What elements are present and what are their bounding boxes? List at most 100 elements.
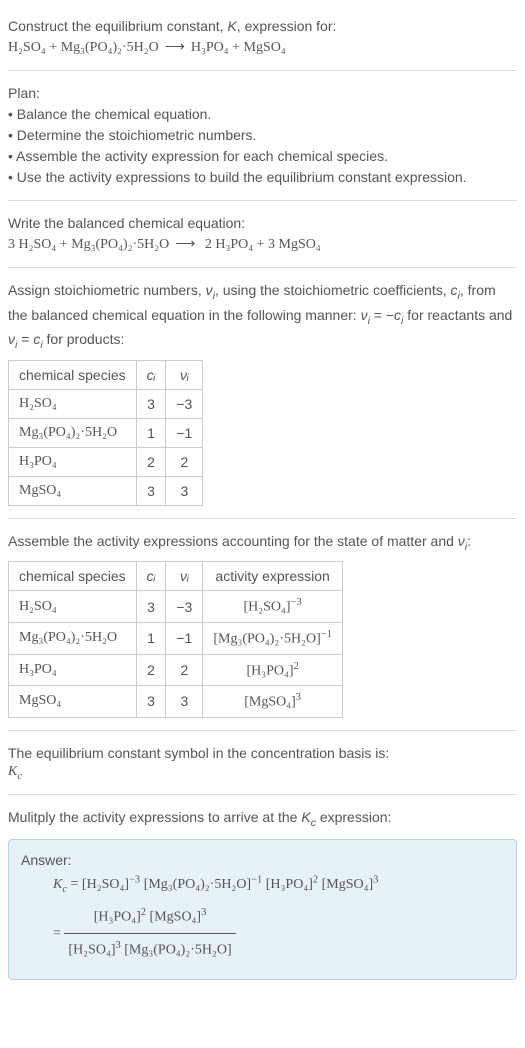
coef-plus: + 3 (253, 237, 278, 252)
numerator: [H₃PO₄]2 [MgSO₄]3 (64, 901, 235, 934)
col-c: cᵢ (136, 562, 166, 591)
exp: 2 (141, 907, 146, 918)
cell-species: H₂SO₄ (9, 591, 137, 623)
unbalanced-equation: H₂SO₄ + Mg₃(PO₄)₂·5H₂O⟶H₃PO₄ + MgSO₄ (8, 37, 517, 58)
base: [MgSO₄] (322, 877, 374, 892)
kc-symbol-section: The equilibrium constant symbol in the c… (8, 735, 517, 790)
exp: 2 (313, 874, 318, 885)
cell-nu: 2 (166, 654, 203, 686)
multiply-section: Mulitply the activity expressions to arr… (8, 799, 517, 988)
text: for reactants and (403, 307, 512, 323)
base: [H₂SO₄] (243, 600, 290, 615)
kc-symbol: Kc (8, 764, 517, 782)
cell-species: MgSO₄ (9, 686, 137, 718)
text: Mulitply the activity expressions to arr… (8, 809, 301, 825)
plan-header: Plan: (8, 83, 517, 104)
cell-species: H₂SO₄ (9, 389, 137, 418)
nu: ν (458, 533, 465, 549)
table-row: H₃PO₄ 2 2 [H₃PO₄]2 (9, 654, 343, 686)
base: [Mg₃(PO₄)₂·5H₂O] (124, 943, 231, 958)
product-2: MgSO₄ (244, 40, 286, 55)
table-header-row: chemical species cᵢ νᵢ (9, 360, 203, 389)
kc-text: The equilibrium constant symbol in the c… (8, 743, 517, 764)
cell-nu: 2 (166, 447, 203, 476)
table-row: H₂SO₄ 3 −3 [H₂SO₄]−3 (9, 591, 343, 623)
cell-c: 1 (136, 622, 166, 654)
base: [H₂SO₄] (68, 943, 115, 958)
base: [MgSO₄] (150, 909, 202, 924)
col-species: chemical species (9, 360, 137, 389)
nu-symbol: νi (458, 533, 467, 549)
c-sym: ci (394, 307, 403, 323)
cell-c: 1 (136, 418, 166, 447)
balanced-equation: 3 H₂SO₄ + Mg₃(PO₄)₂·5H₂O⟶ 2 H₃PO₄ + 3 Mg… (8, 234, 517, 255)
reactant-1: H₂SO₄ (19, 237, 57, 252)
col-nu: νᵢ (166, 562, 203, 591)
exp: −1 (321, 629, 332, 640)
denominator: [H₂SO₄]3 [Mg₃(PO₄)₂·5H₂O] (64, 934, 235, 966)
exp: 3 (296, 692, 301, 703)
text: : (467, 533, 471, 549)
cell-c: 3 (136, 476, 166, 505)
product-2: MgSO₄ (279, 237, 321, 252)
plus: + (46, 40, 61, 55)
plan-bullet: • Determine the stoichiometric numbers. (8, 125, 517, 146)
c: c (394, 307, 401, 323)
product-1: H₃PO₄ (191, 40, 229, 55)
stoich-table: chemical species cᵢ νᵢ H₂SO₄ 3 −3 Mg₃(PO… (8, 360, 203, 506)
c-symbol: ci (451, 282, 460, 298)
divider (8, 267, 517, 268)
reactant-2: Mg₃(PO₄)₂·5H₂O (71, 237, 169, 252)
text: for products: (43, 331, 125, 347)
divider (8, 794, 517, 795)
base: [H₃PO₄] (94, 909, 141, 924)
col-species: chemical species (9, 562, 137, 591)
answer-box: Answer: Kc = [H₂SO₄]−3 [Mg₃(PO₄)₂·5H₂O]−… (8, 839, 517, 979)
base: [Mg₃(PO₄)₂·5H₂O] (213, 632, 320, 647)
text: Assemble the activity expressions accoun… (8, 533, 458, 549)
sub-c: c (17, 771, 22, 782)
exp: 3 (373, 874, 378, 885)
cell-nu: −3 (166, 389, 203, 418)
stoich-section: Assign stoichiometric numbers, νi, using… (8, 272, 517, 514)
plus: + (56, 237, 71, 252)
cell-species: H₃PO₄ (9, 447, 137, 476)
divider (8, 200, 517, 201)
activity-table: chemical species cᵢ νᵢ activity expressi… (8, 561, 343, 718)
kc: Kc (53, 877, 67, 892)
cell-c: 3 (136, 591, 166, 623)
cell-c: 3 (136, 686, 166, 718)
text: = (17, 331, 33, 347)
divider (8, 730, 517, 731)
nu: ν (206, 282, 213, 298)
exp: −1 (251, 874, 262, 885)
table-row: Mg₃(PO₄)₂·5H₂O 1 −1 [Mg₃(PO₄)₂·5H₂O]−1 (9, 622, 343, 654)
divider (8, 518, 517, 519)
cell-activity: [MgSO₄]3 (203, 686, 343, 718)
base: [MgSO₄] (244, 695, 296, 710)
exp: −3 (129, 874, 140, 885)
coef: 3 (8, 237, 19, 252)
cell-species: Mg₃(PO₄)₂·5H₂O (9, 622, 137, 654)
table-row: Mg₃(PO₄)₂·5H₂O 1 −1 (9, 418, 203, 447)
text: = − (370, 307, 394, 323)
kc-sym: Kc (301, 809, 316, 825)
multiply-text: Mulitply the activity expressions to arr… (8, 807, 517, 832)
term-2: [Mg₃(PO₄)₂·5H₂O]−1 (144, 877, 263, 892)
term-4: [MgSO₄]3 (322, 877, 379, 892)
exp: 2 (294, 661, 299, 672)
cell-nu: −1 (166, 418, 203, 447)
col-nu: νᵢ (166, 360, 203, 389)
arrow-icon: ⟶ (175, 234, 195, 255)
c-sym2: ci (33, 331, 42, 347)
cell-nu: −1 (166, 622, 203, 654)
text: expression: (316, 809, 391, 825)
intro-text-pre: Construct the equilibrium constant, (8, 18, 227, 34)
divider (8, 70, 517, 71)
table-row: H₂SO₄ 3 −3 (9, 389, 203, 418)
plan-bullet: • Balance the chemical equation. (8, 104, 517, 125)
balanced-header: Write the balanced chemical equation: (8, 213, 517, 234)
reactant-2: Mg₃(PO₄)₂·5H₂O (61, 40, 159, 55)
cell-c: 3 (136, 389, 166, 418)
table-row: MgSO₄ 3 3 [MgSO₄]3 (9, 686, 343, 718)
